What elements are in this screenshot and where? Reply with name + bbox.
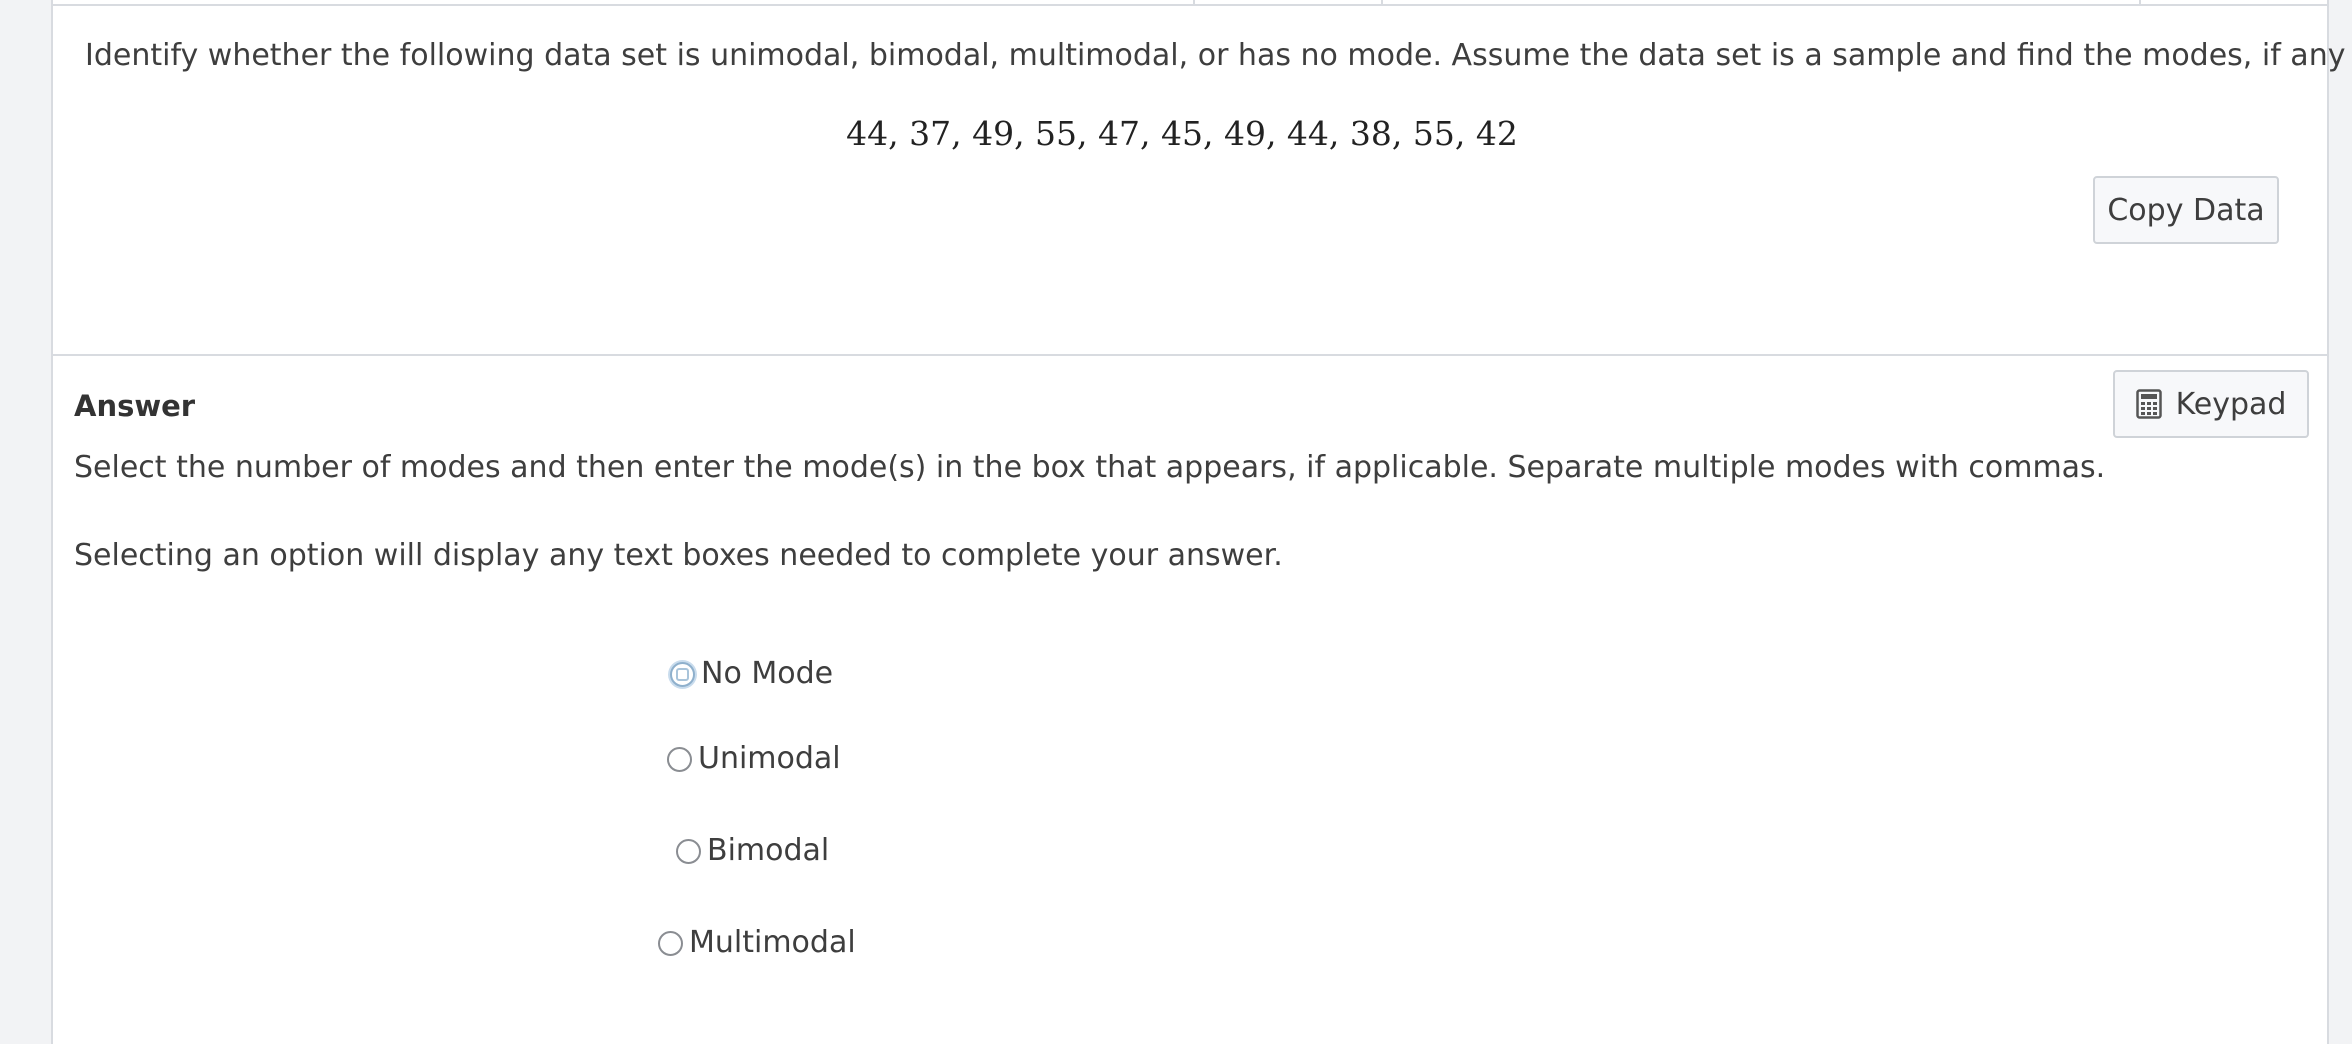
top-tick bbox=[2139, 0, 2141, 5]
calculator-icon bbox=[2135, 389, 2162, 419]
option-label: Multimodal bbox=[689, 925, 856, 960]
question-prompt: Identify whether the following data set … bbox=[85, 38, 2352, 73]
keypad-button[interactable]: Keypad bbox=[2113, 370, 2309, 438]
copy-data-button[interactable]: Copy Data bbox=[2093, 176, 2279, 244]
top-tick bbox=[1381, 0, 1383, 5]
option-no-mode[interactable]: No Mode bbox=[670, 654, 833, 694]
section-divider bbox=[53, 354, 2327, 356]
option-unimodal[interactable]: Unimodal bbox=[667, 739, 841, 779]
copy-data-label: Copy Data bbox=[2107, 192, 2265, 228]
question-panel: Identify whether the following data set … bbox=[51, 0, 2352, 1044]
top-tick bbox=[1193, 0, 1195, 5]
radio-unimodal[interactable] bbox=[667, 746, 692, 772]
radio-no-mode[interactable] bbox=[670, 661, 695, 687]
radio-multimodal[interactable] bbox=[658, 930, 683, 956]
answer-hint: Selecting an option will display any tex… bbox=[74, 538, 1283, 573]
top-divider bbox=[53, 4, 2327, 6]
option-bimodal[interactable]: Bimodal bbox=[676, 831, 829, 871]
option-label: Bimodal bbox=[707, 833, 830, 868]
radio-bimodal[interactable] bbox=[676, 838, 701, 864]
option-multimodal[interactable]: Multimodal bbox=[658, 923, 856, 963]
option-label: Unimodal bbox=[698, 741, 841, 776]
option-label: No Mode bbox=[701, 656, 834, 691]
answer-heading: Answer bbox=[74, 389, 196, 423]
answer-instruction: Select the number of modes and then ente… bbox=[74, 450, 2106, 485]
keypad-label: Keypad bbox=[2175, 386, 2287, 422]
dataset-values: 44, 37, 49, 55, 47, 45, 49, 44, 38, 55, … bbox=[846, 114, 1518, 153]
